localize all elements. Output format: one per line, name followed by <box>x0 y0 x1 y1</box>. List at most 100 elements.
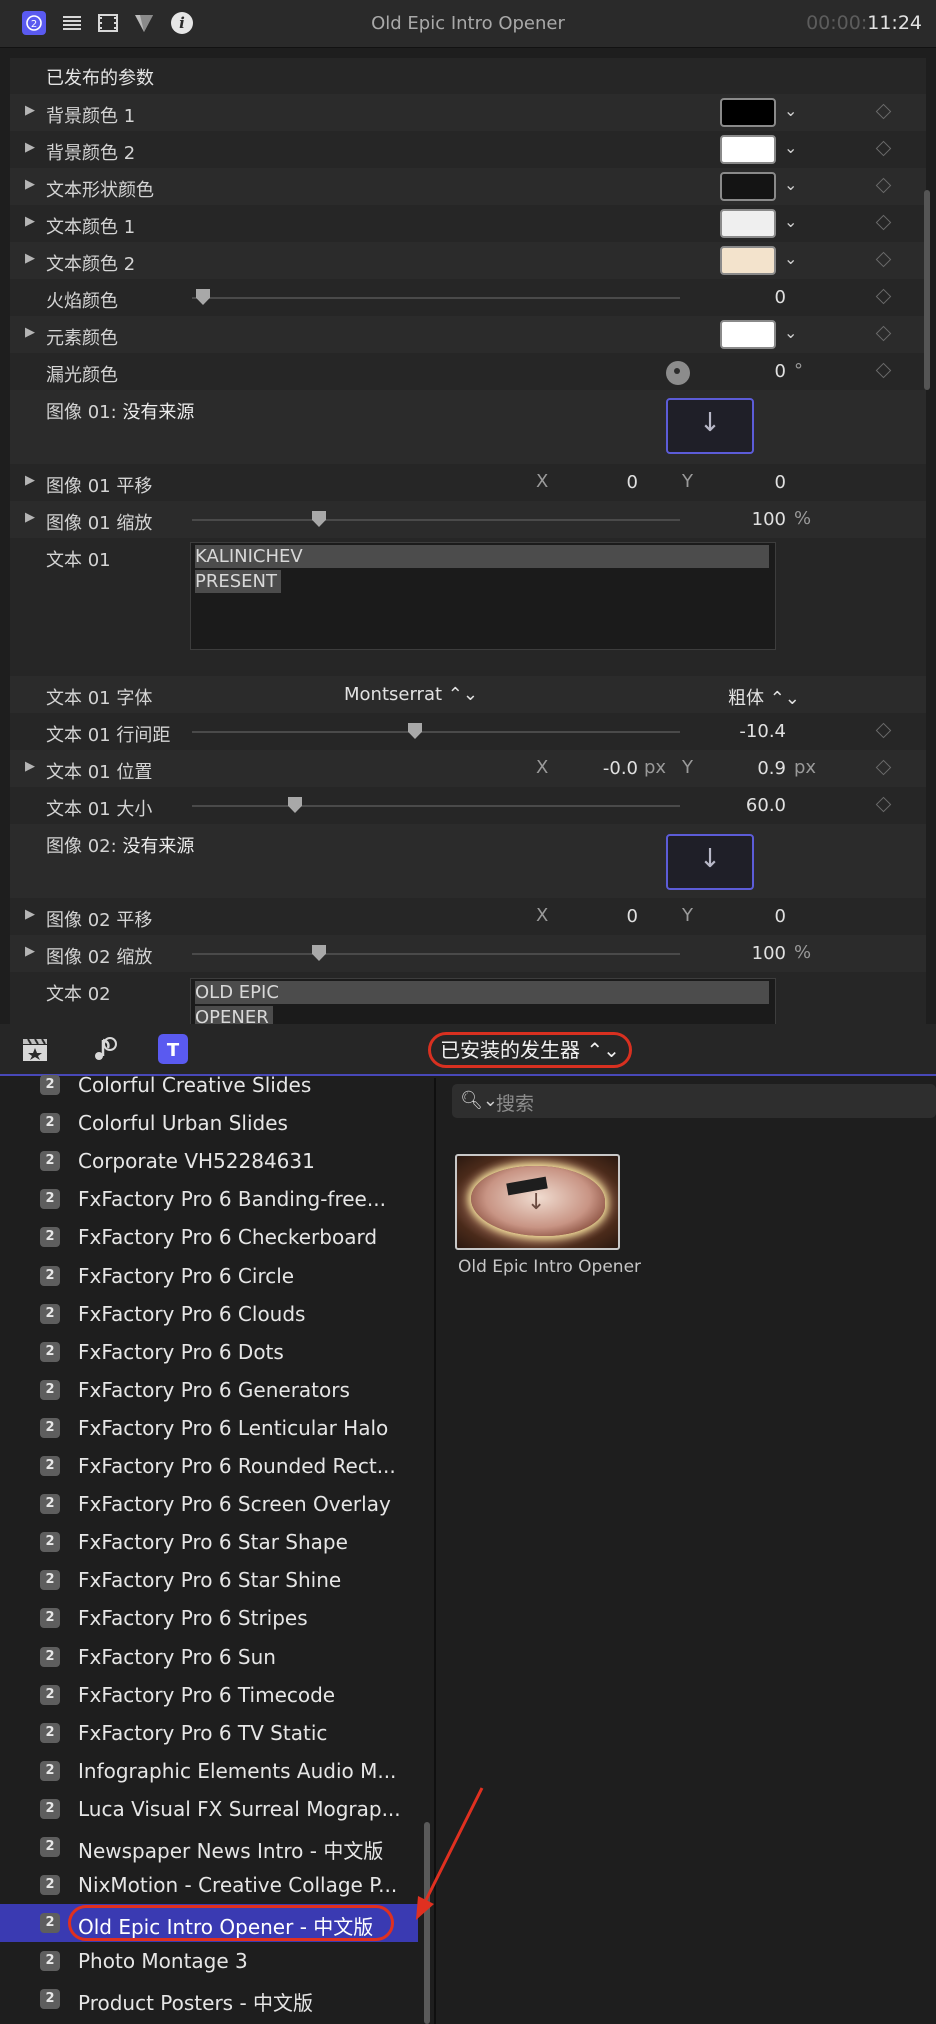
titles-generators-icon[interactable]: T <box>158 1034 188 1064</box>
text-02-field[interactable]: OLD EPIC OPENER <box>190 978 776 1024</box>
disclosure-triangle-icon[interactable]: ▶ <box>25 140 35 155</box>
keyframe-icon[interactable] <box>875 288 892 305</box>
disclosure-triangle-icon[interactable]: ▶ <box>25 177 35 192</box>
list-item[interactable]: FxFactory Pro 6 Lenticular Halo <box>0 1409 418 1447</box>
disclosure-triangle-icon[interactable]: ▶ <box>25 214 35 229</box>
chevron-down-icon[interactable]: ⌄ <box>784 212 797 231</box>
param-image-02: 图像 02: 没有来源 ↓ <box>10 824 926 898</box>
category-popup[interactable]: 已安装的发生器 ⌃⌄ <box>428 1032 632 1068</box>
list-item-label: FxFactory Pro 6 Circle <box>78 1263 295 1288</box>
keyframe-icon[interactable] <box>875 796 892 813</box>
color-swatch[interactable] <box>720 172 776 201</box>
inspector-panel: 2 i Old Epic Intro Opener 00:00:11:24 已发… <box>0 0 936 1024</box>
slider-thumb[interactable] <box>312 511 326 527</box>
keyframe-icon[interactable] <box>875 251 892 268</box>
keyframe-icon[interactable] <box>875 103 892 120</box>
list-item[interactable]: Luca Visual FX Surreal Mograp... <box>0 1790 418 1828</box>
list-item[interactable]: Photo Montage 3 <box>0 1942 418 1980</box>
slider-track[interactable] <box>192 953 680 955</box>
slider-thumb[interactable] <box>196 289 210 305</box>
generator-icon <box>40 1189 60 1210</box>
keyframe-icon[interactable] <box>875 325 892 342</box>
clapper-icon[interactable] <box>20 1034 50 1064</box>
keyframe-icon[interactable] <box>875 140 892 157</box>
list-item-label: FxFactory Pro 6 Star Shape <box>78 1530 348 1555</box>
slider-thumb[interactable] <box>408 723 422 739</box>
generator-thumbnail[interactable]: ↓ <box>455 1154 620 1250</box>
list-item[interactable]: FxFactory Pro 6 Star Shine <box>0 1561 418 1599</box>
param-text-01: 文本 01 KALINICHEV PRESENT <box>10 538 926 666</box>
disclosure-triangle-icon[interactable]: ▶ <box>25 325 35 340</box>
generator-icon <box>40 1989 60 2010</box>
angle-dial[interactable] <box>666 361 690 385</box>
disclosure-triangle-icon[interactable]: ▶ <box>25 103 35 118</box>
list-item[interactable]: FxFactory Pro 6 TV Static <box>0 1714 418 1752</box>
disclosure-triangle-icon[interactable]: ▶ <box>25 251 35 266</box>
disclosure-triangle-icon[interactable]: ▶ <box>25 473 35 488</box>
image-drop-well[interactable]: ↓ <box>666 398 754 454</box>
search-icon[interactable]: 🔍︎⌄ <box>460 1090 498 1111</box>
list-item[interactable]: FxFactory Pro 6 Stripes <box>0 1599 418 1637</box>
font-weight-popup[interactable]: 粗体 ⌃⌄ <box>728 684 800 710</box>
disclosure-triangle-icon[interactable]: ▶ <box>25 510 35 525</box>
param-image-02-scale: ▶ 图像 02 缩放 100 % <box>10 935 926 972</box>
disclosure-triangle-icon[interactable]: ▶ <box>25 944 35 959</box>
list-item[interactable]: FxFactory Pro 6 Screen Overlay <box>0 1485 418 1523</box>
inspector-scrollbar[interactable] <box>924 190 930 390</box>
color-swatch[interactable] <box>720 135 776 164</box>
inspector-toolbar: 2 i Old Epic Intro Opener 00:00:11:24 <box>0 0 936 48</box>
chevron-down-icon[interactable]: ⌄ <box>784 323 797 342</box>
list-item[interactable]: Old Epic Intro Opener - 中文版 <box>0 1904 418 1943</box>
list-item[interactable]: FxFactory Pro 6 Rounded Rect... <box>0 1447 418 1485</box>
slider-thumb[interactable] <box>288 797 302 813</box>
generator-icon <box>40 1151 60 1172</box>
slider-track[interactable] <box>192 297 680 299</box>
list-item[interactable]: FxFactory Pro 6 Star Shape <box>0 1523 418 1561</box>
list-item[interactable]: FxFactory Pro 6 Generators <box>0 1371 418 1409</box>
list-item[interactable]: FxFactory Pro 6 Circle <box>0 1257 418 1295</box>
color-swatch[interactable] <box>720 246 776 275</box>
generator-icon <box>40 1875 60 1896</box>
generator-icon <box>40 1760 60 1781</box>
list-item[interactable]: Corporate VH52284631 <box>0 1142 418 1180</box>
color-swatch[interactable] <box>720 209 776 238</box>
list-item[interactable]: Colorful Urban Slides <box>0 1104 418 1142</box>
image-drop-well[interactable]: ↓ <box>666 834 754 890</box>
slider-thumb[interactable] <box>312 945 326 961</box>
keyframe-icon[interactable] <box>875 722 892 739</box>
search-field[interactable]: 🔍︎⌄ 搜索 <box>452 1084 936 1118</box>
text-01-field[interactable]: KALINICHEV PRESENT <box>190 542 776 650</box>
list-item[interactable]: FxFactory Pro 6 Checkerboard <box>0 1218 418 1256</box>
list-item[interactable]: FxFactory Pro 6 Sun <box>0 1638 418 1676</box>
keyframe-icon[interactable] <box>875 759 892 776</box>
slider-track[interactable] <box>192 805 680 807</box>
disclosure-triangle-icon[interactable]: ▶ <box>25 759 35 774</box>
disclosure-triangle-icon[interactable]: ▶ <box>25 907 35 922</box>
chevron-down-icon[interactable]: ⌄ <box>784 175 797 194</box>
chevron-down-icon[interactable]: ⌄ <box>784 101 797 120</box>
keyframe-icon[interactable] <box>875 177 892 194</box>
list-item[interactable]: Newspaper News Intro - 中文版 <box>0 1828 418 1866</box>
list-item[interactable]: FxFactory Pro 6 Banding-free... <box>0 1180 418 1218</box>
list-item[interactable]: Colorful Creative Slides <box>0 1066 418 1104</box>
list-item[interactable]: Product Posters - 中文版 <box>0 1980 418 2018</box>
list-item[interactable]: FxFactory Pro 6 Timecode <box>0 1676 418 1714</box>
list-item[interactable]: FxFactory Pro 6 Dots <box>0 1333 418 1371</box>
generator-icon <box>40 1303 60 1324</box>
slider-track[interactable] <box>192 519 680 521</box>
keyframe-icon[interactable] <box>875 214 892 231</box>
slider-track[interactable] <box>192 731 680 733</box>
chevron-down-icon[interactable]: ⌄ <box>784 138 797 157</box>
color-swatch[interactable] <box>720 98 776 127</box>
music-photos-icon[interactable] <box>88 1034 118 1064</box>
keyframe-icon[interactable] <box>875 362 892 379</box>
list-item[interactable]: FxFactory Pro 6 Clouds <box>0 1295 418 1333</box>
arrow-down-icon: ↓ <box>527 1190 546 1215</box>
list-item[interactable]: Infographic Elements Audio M... <box>0 1752 418 1790</box>
chevron-down-icon[interactable]: ⌄ <box>784 249 797 268</box>
color-swatch[interactable] <box>720 320 776 349</box>
generator-icon <box>40 1341 60 1362</box>
list-item[interactable]: NixMotion - Creative Collage P... <box>0 1866 418 1904</box>
inspector-title: Old Epic Intro Opener <box>371 13 565 34</box>
font-family-popup[interactable]: Montserrat ⌃⌄ <box>344 684 478 705</box>
